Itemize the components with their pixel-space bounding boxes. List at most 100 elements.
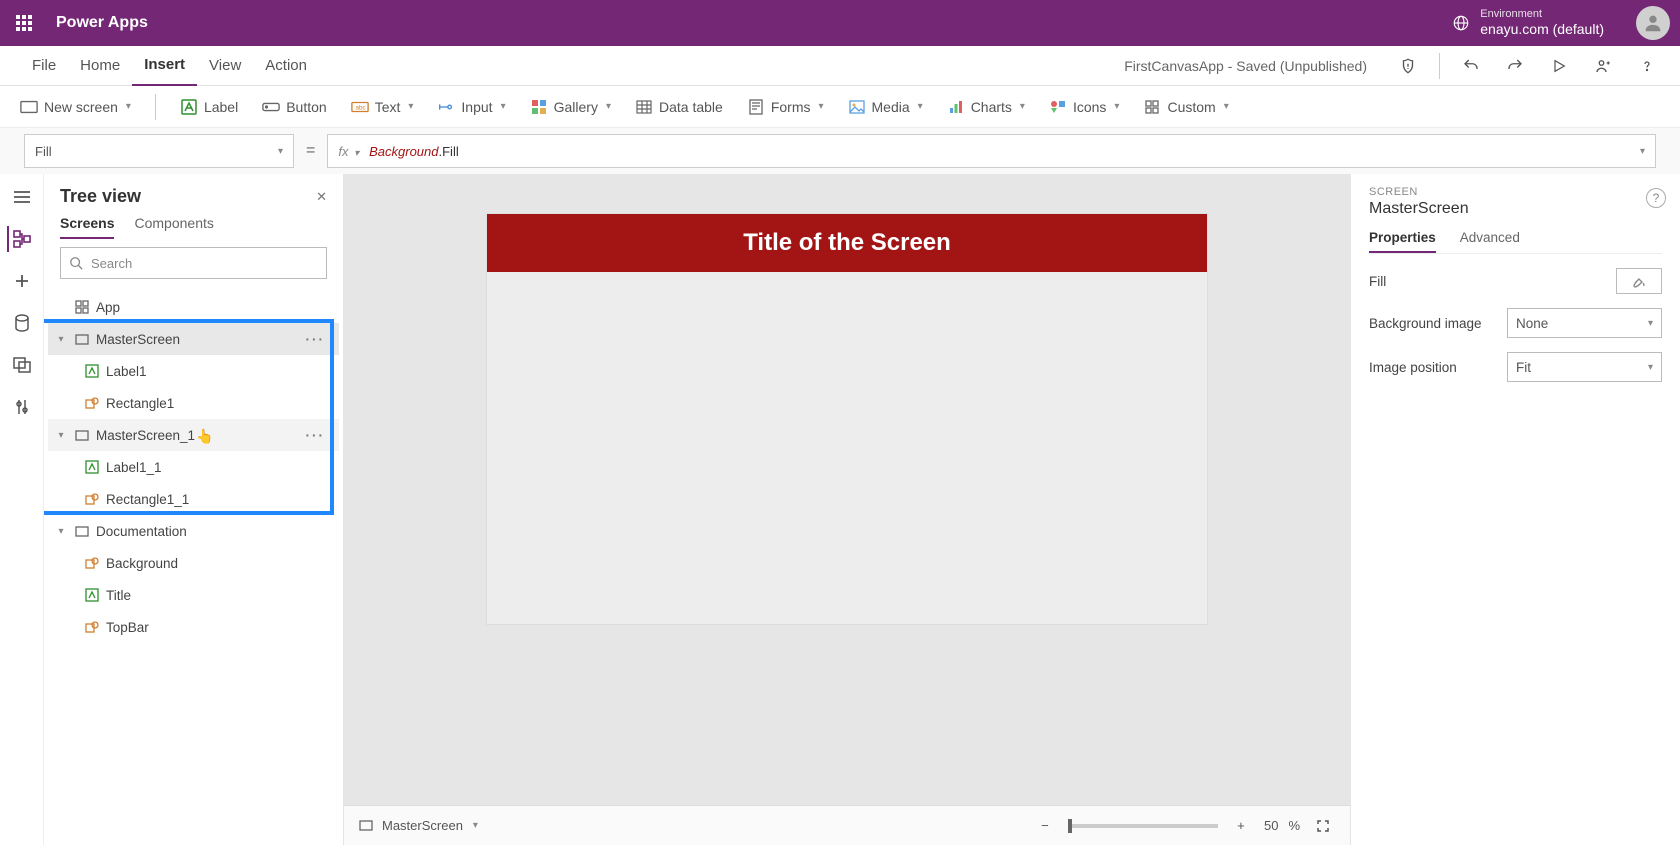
environment-label: Environment [1480,8,1604,21]
play-icon[interactable] [1546,53,1572,79]
text-icon: abc [351,98,369,116]
more-icon[interactable]: ··· [306,428,332,443]
charts-button[interactable]: Charts▾ [947,98,1025,116]
tab-screens[interactable]: Screens [60,215,114,239]
label-icon [84,587,100,603]
chevron-down-icon[interactable]: ▾ [473,820,478,831]
screen-title-text: Title of the Screen [743,229,951,257]
avatar[interactable] [1636,6,1670,40]
fill-color-swatch[interactable] [1616,268,1662,294]
label-button[interactable]: Label [180,98,238,116]
screen-icon [74,331,90,347]
svg-text:abc: abc [355,104,365,111]
menu-file[interactable]: File [20,46,68,86]
screen-icon [358,818,374,834]
share-icon[interactable] [1590,53,1616,79]
zoom-in-icon[interactable]: + [1228,813,1254,839]
environment-name: enayu.com (default) [1480,21,1604,38]
shape-icon [84,395,100,411]
tree-item-label1[interactable]: Label1 [48,355,339,387]
formula-input[interactable]: fx ▾ Background.Fill ▾ [327,134,1656,168]
search-input[interactable]: Search [60,247,327,279]
zoom-slider[interactable] [1068,824,1218,828]
fit-screen-icon[interactable] [1310,813,1336,839]
cursor-icon: 👆 [196,428,213,445]
prop-fill-label: Fill [1369,274,1386,289]
undo-icon[interactable] [1458,53,1484,79]
tree-panel: Tree view ✕ Screens Components Search Ap… [44,174,344,845]
new-screen-button[interactable]: New screen▾ [20,98,131,116]
panel-help-icon[interactable]: ? [1646,188,1666,208]
tree-item-rectangle1[interactable]: Rectangle1 [48,387,339,419]
custom-button[interactable]: Custom▾ [1143,98,1228,116]
media-button[interactable]: Media▾ [848,98,923,116]
forms-button[interactable]: Forms▾ [747,98,824,116]
tab-properties[interactable]: Properties [1369,230,1436,253]
formula-bar: Fill ▾ = fx ▾ Background.Fill ▾ [0,128,1680,174]
prop-bgimage-label: Background image [1369,316,1482,331]
tree-view-icon[interactable] [7,226,33,252]
property-dropdown[interactable]: Fill ▾ [24,134,294,168]
zoom-value: 50 [1264,818,1278,833]
menu-home[interactable]: Home [68,46,132,86]
insert-icon[interactable] [9,268,35,294]
tree-item-masterscreen[interactable]: ▾ MasterScreen ··· [48,323,339,355]
equals-sign: = [306,142,315,160]
hamburger-icon[interactable] [9,184,35,210]
button-button[interactable]: Button [262,98,326,116]
label-icon [84,459,100,475]
table-icon [635,98,653,116]
footer-screen-name[interactable]: MasterScreen [382,818,463,833]
custom-icon [1143,98,1161,116]
chevron-down-icon[interactable]: ▾ [54,526,68,537]
input-button[interactable]: Input▾ [437,98,505,116]
tools-icon[interactable] [9,394,35,420]
app-icon [74,299,90,315]
panel-caption: SCREEN [1369,186,1662,198]
datatable-button[interactable]: Data table [635,98,723,116]
screen-title-bar[interactable]: Title of the Screen [487,214,1207,272]
menu-view[interactable]: View [197,46,253,86]
chart-icon [947,98,965,116]
media-panel-icon[interactable] [9,352,35,378]
tree-item-masterscreen-1[interactable]: ▾ MasterScreen_1 ··· 👆 [48,419,339,451]
shape-icon [84,555,100,571]
app-header: Power Apps Environment enayu.com (defaul… [0,0,1680,46]
menu-action[interactable]: Action [253,46,319,86]
tab-components[interactable]: Components [134,215,213,239]
chevron-down-icon[interactable]: ▾ [54,334,68,345]
search-placeholder: Search [91,256,132,271]
tree-list: App ▾ MasterScreen ··· Label1 Rectangle1… [44,287,343,845]
waffle-icon[interactable] [10,9,38,37]
tree-item-rectangle1-1[interactable]: Rectangle1_1 [48,483,339,515]
environment-selector[interactable]: Environment enayu.com (default) [1480,8,1604,38]
canvas-area: Title of the Screen MasterScreen ▾ − + 5… [344,174,1350,845]
help-icon[interactable] [1634,53,1660,79]
text-button[interactable]: abc Text▾ [351,98,414,116]
imgpos-dropdown[interactable]: Fit▾ [1507,352,1662,382]
tree-item-app[interactable]: App [48,291,339,323]
zoom-out-icon[interactable]: − [1032,813,1058,839]
ribbon-bar: New screen▾ Label Button abc Text▾ Input… [0,86,1680,128]
design-surface[interactable]: Title of the Screen [487,214,1207,624]
data-icon[interactable] [9,310,35,336]
expand-formula-icon[interactable]: ▾ [1640,146,1645,157]
bgimage-dropdown[interactable]: None▾ [1507,308,1662,338]
app-checker-icon[interactable] [1395,53,1421,79]
form-icon [747,98,765,116]
icons-icon [1049,98,1067,116]
tree-item-background[interactable]: Background [48,547,339,579]
chevron-down-icon: ▾ [278,146,283,157]
more-icon[interactable]: ··· [306,332,332,347]
tree-item-label1-1[interactable]: Label1_1 [48,451,339,483]
menu-insert[interactable]: Insert [132,46,197,86]
redo-icon[interactable] [1502,53,1528,79]
tree-item-title[interactable]: Title [48,579,339,611]
tree-item-topbar[interactable]: TopBar [48,611,339,643]
icons-button[interactable]: Icons▾ [1049,98,1120,116]
gallery-button[interactable]: Gallery▾ [530,98,611,116]
close-icon[interactable]: ✕ [316,189,327,205]
tab-advanced[interactable]: Advanced [1460,230,1520,253]
tree-item-documentation[interactable]: ▾ Documentation [48,515,339,547]
chevron-down-icon[interactable]: ▾ [54,430,68,441]
